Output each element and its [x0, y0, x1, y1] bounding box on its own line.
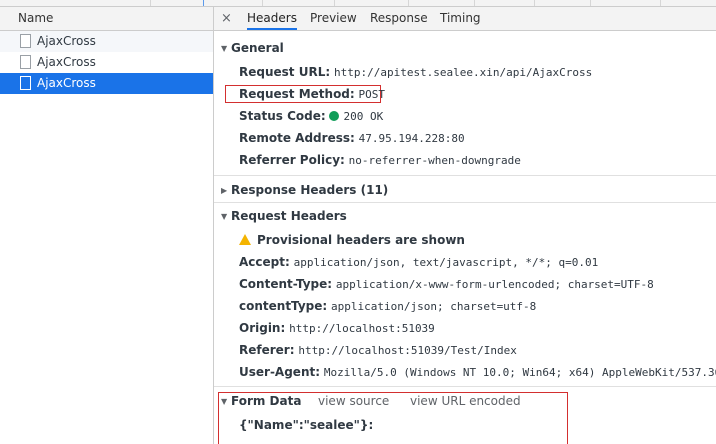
- warning-icon: [239, 234, 251, 245]
- contenttype-row: contentType: application/json; charset=u…: [239, 299, 537, 313]
- column-mark: [408, 0, 409, 6]
- request-row[interactable]: AjaxCross: [0, 31, 213, 52]
- column-mark: [660, 0, 661, 6]
- close-icon[interactable]: ×: [221, 7, 232, 30]
- triangle-down-icon: ▼: [221, 44, 228, 53]
- request-headers-section-header[interactable]: ▼ Request Headers: [221, 209, 347, 223]
- view-source-link[interactable]: view source: [318, 394, 389, 408]
- column-mark: [203, 0, 204, 6]
- request-list-pane: Name AjaxCross AjaxCross AjaxCross: [0, 7, 214, 444]
- details-tab-bar: × Headers Preview Response Timing: [214, 7, 716, 31]
- column-mark: [590, 0, 591, 6]
- request-name: AjaxCross: [37, 76, 96, 90]
- document-icon: [20, 76, 31, 90]
- column-mark: [534, 0, 535, 6]
- form-data-body: {"Name":"sealee"}:: [239, 418, 374, 432]
- triangle-right-icon: ▶: [221, 186, 228, 195]
- provisional-warning: Provisional headers are shown: [239, 233, 465, 247]
- form-data-section-header[interactable]: ▼ Form Data: [221, 394, 301, 408]
- request-url-row: Request URL: http://apitest.sealee.xin/a…: [239, 65, 593, 79]
- column-mark: [474, 0, 475, 6]
- section-divider: [214, 386, 716, 387]
- request-row-selected[interactable]: AjaxCross: [0, 73, 213, 94]
- name-column-header[interactable]: Name: [0, 7, 213, 31]
- origin-row: Origin: http://localhost:51039: [239, 321, 435, 335]
- request-method-row: Request Method: POST: [239, 87, 386, 101]
- referrer-policy-row: Referrer Policy: no-referrer-when-downgr…: [239, 153, 521, 167]
- section-divider: [214, 175, 716, 176]
- view-url-encoded-link[interactable]: view URL encoded: [410, 394, 521, 408]
- document-icon: [20, 34, 31, 48]
- column-mark: [334, 0, 335, 6]
- status-ok-icon: [329, 111, 340, 121]
- tab-headers[interactable]: Headers: [247, 7, 297, 30]
- tab-timing[interactable]: Timing: [440, 7, 481, 30]
- document-icon: [20, 55, 31, 69]
- column-mark: [150, 0, 151, 6]
- toolbar-strip: [0, 0, 716, 7]
- accept-row: Accept: application/json, text/javascrip…: [239, 255, 599, 269]
- remote-address-row: Remote Address: 47.95.194.228:80: [239, 131, 465, 145]
- tab-response[interactable]: Response: [370, 7, 428, 30]
- headers-content: ▼ General Request URL: http://apitest.sea…: [214, 31, 716, 444]
- request-name: AjaxCross: [37, 34, 96, 48]
- column-mark: [262, 0, 263, 6]
- user-agent-row: User-Agent: Mozilla/5.0 (Windows NT 10.0…: [239, 365, 716, 379]
- general-section-header[interactable]: ▼ General: [221, 41, 284, 55]
- response-headers-section-header[interactable]: ▶ Response Headers (11): [221, 183, 388, 197]
- triangle-down-icon: ▼: [221, 212, 228, 221]
- request-name: AjaxCross: [37, 55, 96, 69]
- status-code-row: Status Code: 200 OK: [239, 109, 384, 123]
- request-details-pane: × Headers Preview Response Timing ▼ Gener…: [214, 7, 716, 444]
- content-type-row: Content-Type: application/x-www-form-url…: [239, 277, 654, 291]
- section-divider: [214, 202, 716, 203]
- request-row[interactable]: AjaxCross: [0, 52, 213, 73]
- tab-preview[interactable]: Preview: [310, 7, 357, 30]
- referer-row: Referer: http://localhost:51039/Test/Ind…: [239, 343, 517, 357]
- triangle-down-icon: ▼: [221, 397, 228, 406]
